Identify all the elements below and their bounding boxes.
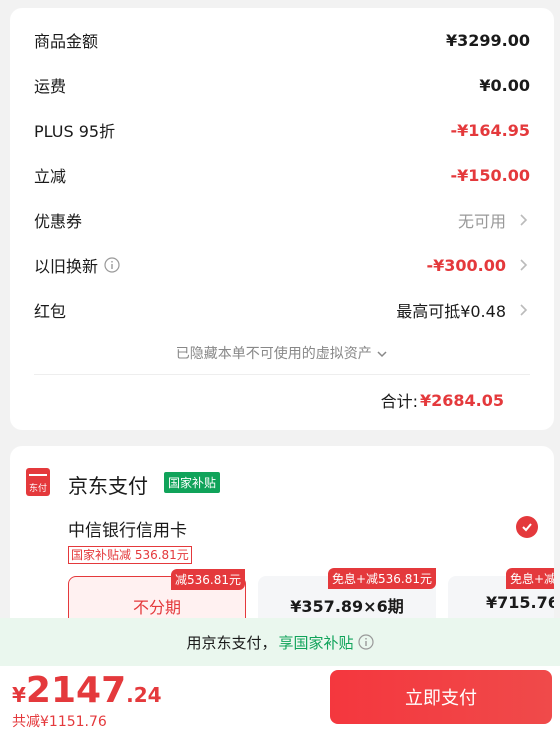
row-value: ¥0.00 [479,75,530,95]
row-value-wrap: 无可用 [458,208,530,232]
bank-subsidy-badge: 国家补贴减 536.81元 [68,546,192,564]
total-label: 合计: [380,392,418,411]
row-label: 运费 [34,77,67,96]
price-decimal: .24 [126,683,162,707]
row-label: 优惠券 [34,212,83,231]
row-red-packet[interactable]: 红包 最高可抵¥0.48 [34,295,530,325]
row-value: 最高可抵¥0.48 [396,302,506,321]
divider [34,374,530,375]
row-goods-amount: 商品金额 ¥3299.00 [34,25,530,55]
row-instant-discount: 立减 -¥150.00 [34,160,530,190]
chevron-down-icon [377,351,387,358]
total-savings: 共减¥1151.76 [12,714,107,730]
pay-now-button[interactable]: 立即支付 [330,670,552,724]
row-trade-in[interactable]: 以旧换新 -¥300.00 [34,250,530,280]
row-value: 无可用 [457,212,506,231]
hidden-assets-text: 已隐藏本单不可使用的虚拟资产 [175,346,372,362]
row-plus-discount: PLUS 95折 -¥164.95 [34,115,530,145]
final-price: ¥ 2147 .24 [12,670,162,711]
total-row: 合计: ¥2684.05 [381,388,504,412]
checkmark-icon [522,523,532,532]
row-value-wrap: -¥300.00 [426,256,530,275]
subsidy-badge: 国家补贴 [164,472,221,493]
chevron-right-icon [520,214,528,226]
price-currency: ¥ [12,683,26,707]
option-tag: 免息+减536.81元 [327,568,436,589]
bank-card-name[interactable]: 中信银行信用卡 [68,516,188,541]
option-label: 不分期 [132,598,181,617]
row-label: 以旧换新 [34,257,99,276]
checkout-bar: ¥ 2147 .24 共减¥1151.76 立即支付 [0,666,560,753]
option-label: ¥715.76× [486,593,554,612]
selected-check-icon[interactable] [516,516,538,538]
row-label-wrap: 以旧换新 [34,253,120,277]
row-label: 红包 [34,302,67,321]
row-value: -¥300.00 [426,255,506,275]
payment-method-title: 京东支付 [68,474,148,498]
total-value: ¥2684.05 [419,390,504,410]
banner-text: 用京东支付， [186,633,277,652]
row-value-wrap: 最高可抵¥0.48 [396,298,530,322]
price-integer: 2147 [25,670,127,711]
banner-highlight: 享国家补贴 [278,633,354,652]
subsidy-banner[interactable]: 用京东支付， 享国家补贴 [0,618,560,666]
option-tag: 减536.81元 [171,569,245,590]
option-tag: 免息+减 [506,568,554,589]
row-label: 商品金额 [34,32,99,51]
row-value: -¥150.00 [450,165,530,185]
jd-pay-logo: 东付 [26,468,50,496]
hidden-assets-toggle[interactable]: 已隐藏本单不可使用的虚拟资产 [10,343,554,363]
row-shipping: 运费 ¥0.00 [34,70,530,100]
info-icon[interactable] [104,257,120,273]
row-value: ¥3299.00 [445,30,530,50]
chevron-right-icon [520,304,528,316]
option-label: ¥357.89×6期 [290,597,404,616]
chevron-right-icon [520,259,528,271]
row-value: -¥164.95 [450,120,530,140]
row-label: 立减 [34,167,67,186]
row-label: PLUS 95折 [34,122,116,141]
order-summary-card: 商品金额 ¥3299.00 运费 ¥0.00 PLUS 95折 -¥164.95… [10,8,554,430]
info-icon[interactable] [357,634,374,650]
row-coupon[interactable]: 优惠券 无可用 [34,205,530,235]
